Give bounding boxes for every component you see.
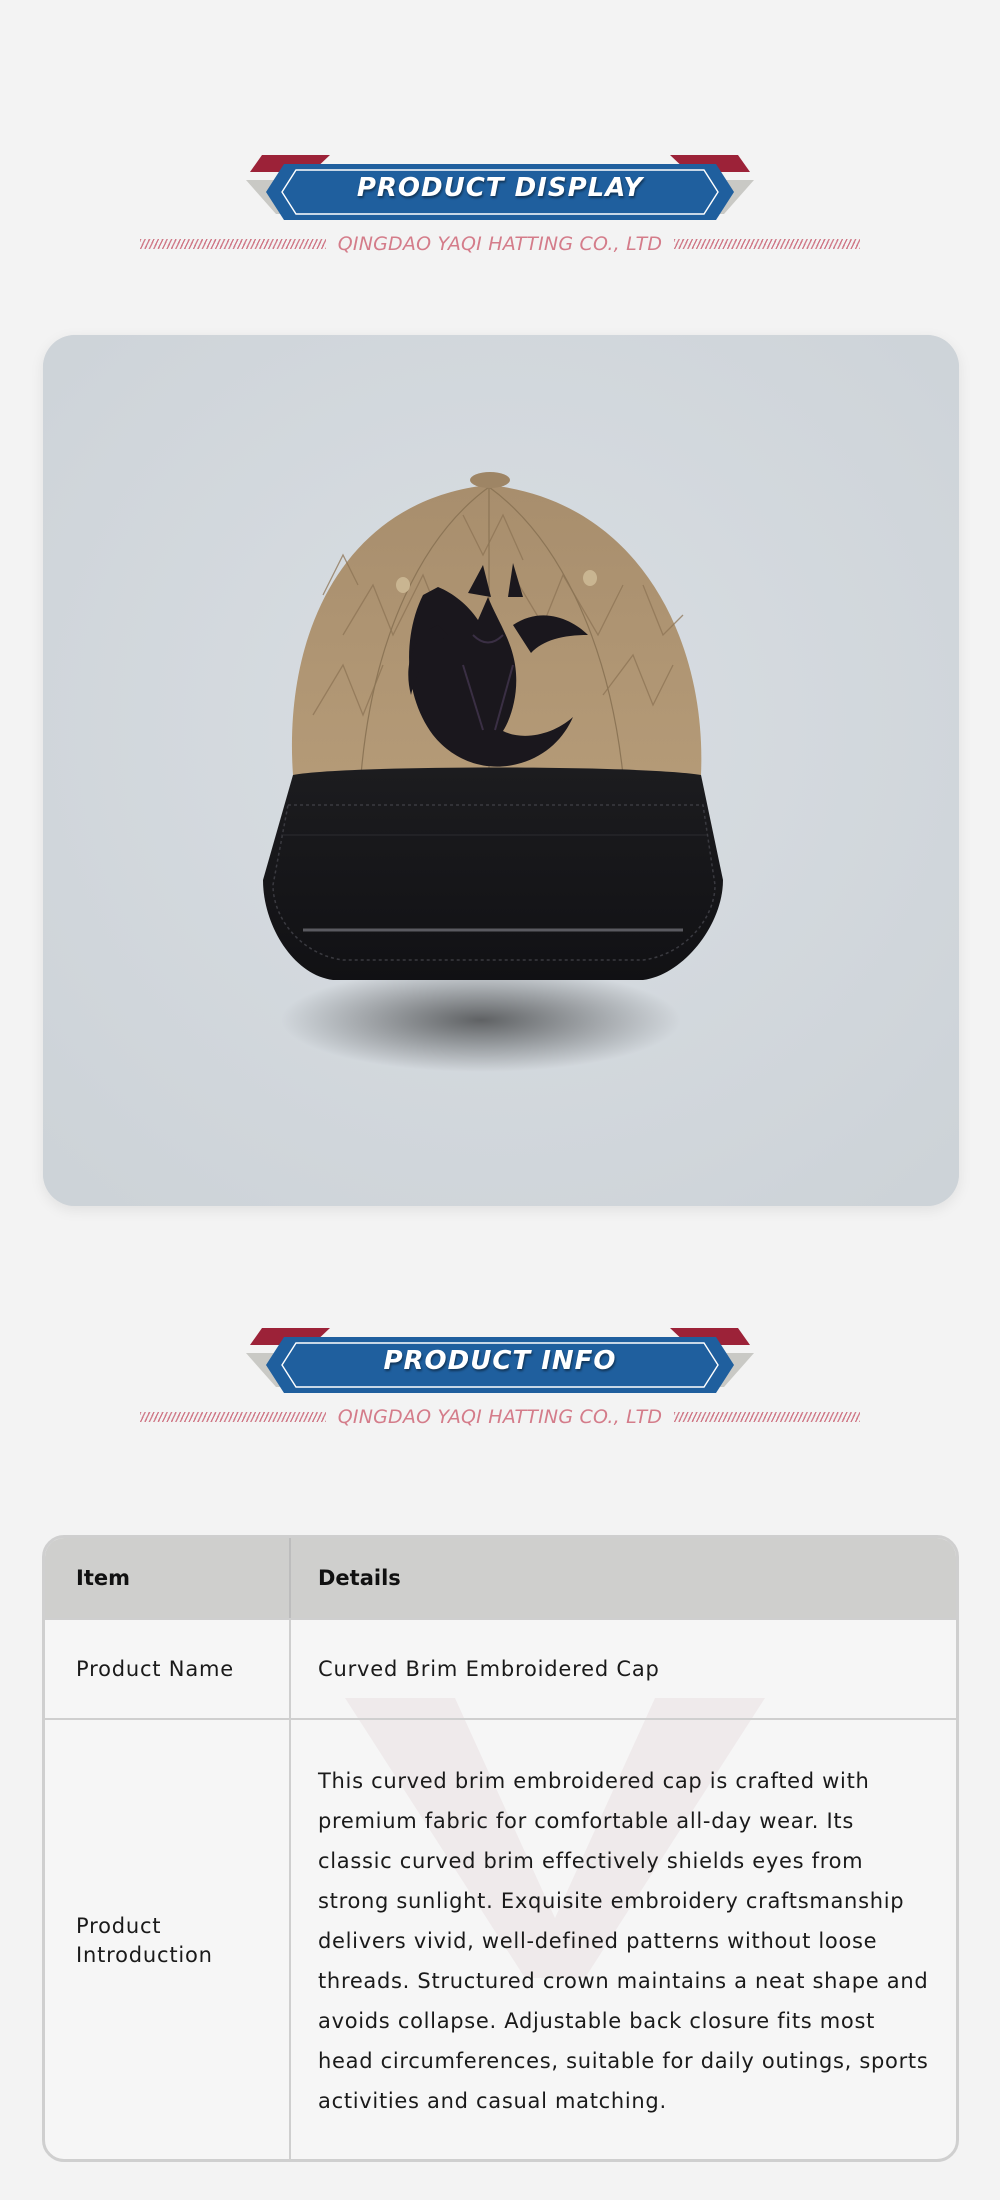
hatch-decoration	[140, 239, 326, 249]
section-title: PRODUCT DISPLAY	[356, 173, 644, 203]
table-header-row: Item Details	[45, 1538, 956, 1618]
cap-illustration	[43, 335, 959, 1206]
hatch-decoration	[674, 1412, 860, 1422]
company-line: QINGDAO YAQI HATTING CO., LTD	[140, 1405, 860, 1429]
row-label-text: Product Introduction	[76, 1914, 213, 1967]
table-row: Product Name Curved Brim Embroidered Cap	[45, 1618, 956, 1718]
section-banner-display: PRODUCT DISPLAY	[240, 152, 760, 232]
row-label: Product Introduction	[45, 1720, 291, 2159]
hatch-decoration	[674, 239, 860, 249]
company-name: QINGDAO YAQI HATTING CO., LTD	[337, 1406, 663, 1428]
company-name: QINGDAO YAQI HATTING CO., LTD	[337, 233, 663, 255]
header-item: Item	[45, 1538, 291, 1618]
product-photo	[43, 335, 959, 1206]
section-banner-info: PRODUCT INFO	[240, 1325, 760, 1405]
row-value: This curved brim embroidered cap is craf…	[291, 1720, 956, 2159]
section-title: PRODUCT INFO	[383, 1346, 617, 1376]
row-value: Curved Brim Embroidered Cap	[318, 1656, 660, 1681]
row-label: Product Name	[45, 1620, 291, 1718]
table-row: Product Introduction This curved brim em…	[45, 1718, 956, 2159]
product-introduction-text: This curved brim embroidered cap is craf…	[318, 1769, 929, 2113]
header-details: Details	[318, 1566, 401, 1590]
hatch-decoration	[140, 1412, 326, 1422]
product-info-table: Item Details Product Name Curved Brim Em…	[42, 1535, 959, 2162]
company-line: QINGDAO YAQI HATTING CO., LTD	[140, 232, 860, 256]
